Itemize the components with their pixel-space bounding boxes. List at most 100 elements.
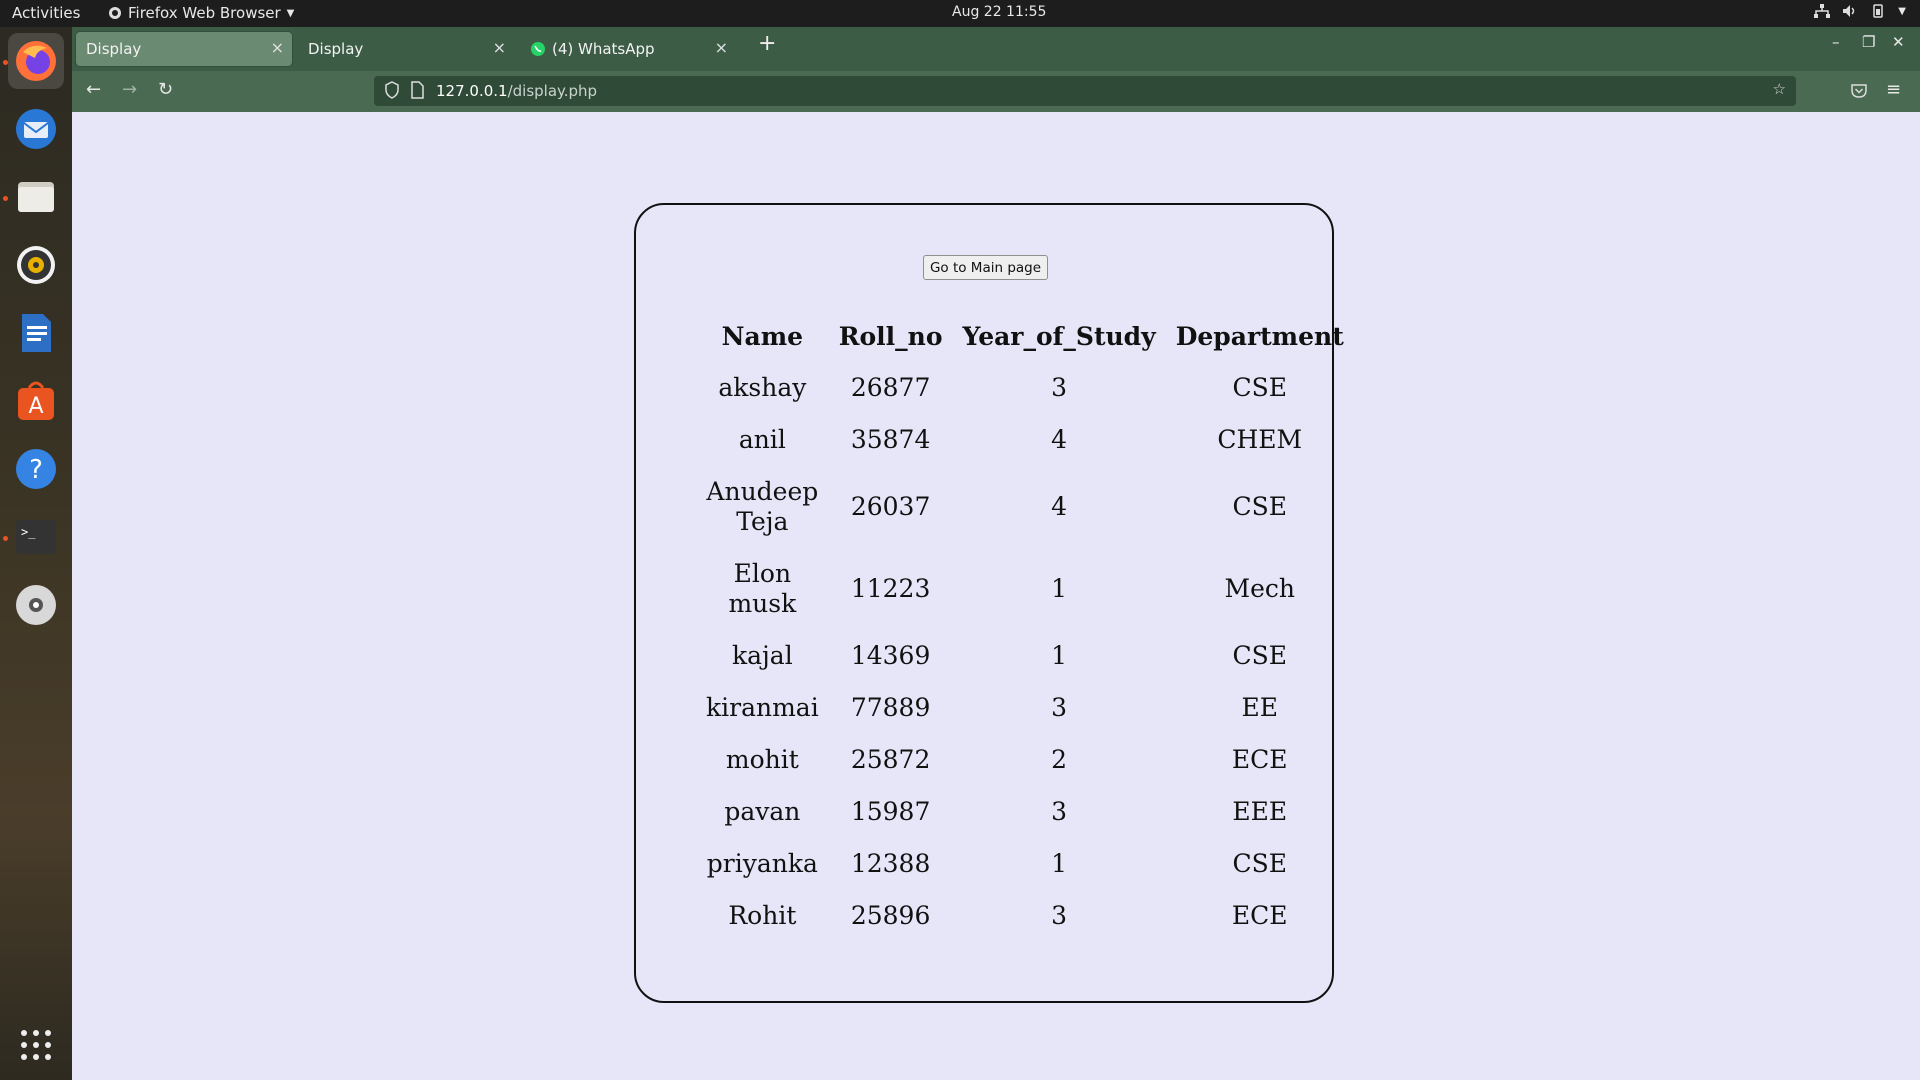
cell-department: CSE — [1232, 373, 1287, 402]
table-row: mohit 25872 2 ECE — [696, 734, 1354, 786]
cell-roll-no: 11223 — [850, 574, 931, 603]
dock-thunderbird[interactable] — [8, 101, 64, 157]
tab-display-1[interactable]: Display × — [76, 32, 292, 66]
table-row: priyanka 12388 1 CSE — [696, 838, 1354, 890]
header-name: Name — [721, 321, 804, 351]
running-indicator — [3, 60, 8, 65]
back-button[interactable]: ← — [86, 79, 101, 100]
table-row: Rohit 25896 3 ECE — [696, 890, 1354, 942]
cell-year: 3 — [1051, 693, 1068, 722]
show-applications-button[interactable] — [8, 1017, 64, 1073]
table-header-row: Name Roll_no Year_of_Study Department — [696, 310, 1354, 362]
header-roll-no: Roll_no — [838, 321, 943, 351]
table-row: kajal 14369 1 CSE — [696, 630, 1354, 682]
system-top-bar: Activities Firefox Web Browser ▼ Aug 22 … — [0, 0, 1920, 27]
clock[interactable]: Aug 22 11:55 — [952, 4, 1046, 20]
svg-text:>_: >_ — [21, 525, 36, 539]
dock-rhythmbox[interactable] — [8, 237, 64, 293]
table-row: Anudeep Teja 26037 4 CSE — [696, 466, 1354, 548]
disc-icon — [16, 585, 56, 625]
app-menu-label: Firefox Web Browser — [128, 4, 281, 22]
cell-name: kiranmai — [706, 693, 819, 722]
cell-roll-no: 12388 — [850, 849, 931, 878]
cell-name: kajal — [732, 641, 793, 670]
new-tab-button[interactable]: + — [758, 31, 776, 56]
running-indicator — [3, 536, 8, 541]
app-center-icon: A — [18, 381, 54, 420]
cell-roll-no: 26037 — [850, 492, 931, 521]
tab-display-2[interactable]: Display × — [298, 32, 514, 66]
help-icon: ? — [16, 449, 56, 489]
battery-icon — [1873, 4, 1884, 18]
cell-year: 4 — [1051, 425, 1068, 454]
url-host: 127.0.0.1 — [436, 82, 508, 100]
restore-button[interactable]: ❐ — [1862, 33, 1875, 51]
dock-files[interactable] — [8, 169, 64, 225]
running-indicator — [3, 196, 8, 201]
volume-icon — [1843, 5, 1855, 17]
cell-roll-no: 26877 — [850, 373, 931, 402]
url-text: 127.0.0.1/display.php — [436, 82, 597, 100]
svg-text:?: ? — [29, 455, 43, 485]
table-row: kiranmai 77889 3 EE — [696, 682, 1354, 734]
whatsapp-icon — [531, 42, 545, 56]
files-icon — [18, 182, 54, 212]
cell-department: CSE — [1232, 641, 1287, 670]
close-icon[interactable]: × — [715, 38, 728, 57]
dock-disc[interactable] — [8, 577, 64, 633]
svg-text:A: A — [28, 394, 43, 419]
go-to-main-page-button[interactable]: Go to Main page — [923, 255, 1048, 280]
cell-year: 1 — [1051, 574, 1068, 603]
bookmark-star-icon[interactable]: ☆ — [1773, 80, 1786, 98]
students-table: Name Roll_no Year_of_Study Department ak… — [696, 310, 1354, 942]
reload-button[interactable]: ↻ — [158, 79, 173, 100]
cell-year: 1 — [1051, 849, 1068, 878]
minimize-button[interactable]: – — [1832, 33, 1840, 51]
cell-roll-no: 25872 — [850, 745, 931, 774]
cell-roll-no: 14369 — [850, 641, 931, 670]
address-bar[interactable]: 127.0.0.1/display.php ☆ — [374, 76, 1796, 106]
tab-label: (4) WhatsApp — [552, 40, 655, 58]
table-row: anil 35874 4 CHEM — [696, 414, 1354, 466]
menu-hamburger-icon[interactable]: ≡ — [1886, 79, 1901, 100]
libreoffice-writer-icon — [22, 314, 51, 352]
firefox-icon — [16, 41, 56, 81]
forward-button[interactable]: → — [122, 79, 137, 100]
cell-name: pavan — [724, 797, 801, 826]
cell-department: CSE — [1232, 849, 1287, 878]
tab-whatsapp[interactable]: (4) WhatsApp × — [520, 32, 736, 66]
cell-name: Rohit — [728, 901, 797, 930]
tab-bar: Display × Display × (4) WhatsApp × — [72, 27, 1920, 71]
cell-name: priyanka — [706, 849, 818, 878]
dock: A ? >_ — [0, 27, 72, 1080]
dock-help[interactable]: ? — [8, 441, 64, 497]
page-icon — [411, 81, 424, 99]
cell-year: 3 — [1051, 901, 1068, 930]
dock-terminal[interactable]: >_ — [8, 509, 64, 565]
cell-department: CHEM — [1217, 425, 1303, 454]
cell-department: ECE — [1231, 901, 1288, 930]
cell-department: EE — [1241, 693, 1278, 722]
dock-libreoffice-writer[interactable] — [8, 305, 64, 361]
close-window-button[interactable]: ✕ — [1892, 33, 1905, 51]
header-year-of-study: Year_of_Study — [962, 321, 1156, 351]
cell-year: 3 — [1051, 373, 1068, 402]
system-tray[interactable]: ▼ — [1814, 4, 1906, 18]
pocket-icon[interactable] — [1850, 83, 1868, 99]
close-icon[interactable]: × — [493, 38, 506, 57]
tab-label: Display — [308, 40, 364, 58]
dock-app-center[interactable]: A — [8, 373, 64, 429]
cell-year: 2 — [1051, 745, 1068, 774]
cell-roll-no: 77889 — [850, 693, 931, 722]
app-menu[interactable]: Firefox Web Browser ▼ — [108, 4, 294, 22]
shield-icon — [385, 81, 399, 99]
cell-name: anil — [738, 425, 786, 454]
tab-label: Display — [86, 40, 142, 58]
header-department: Department — [1175, 321, 1344, 351]
cell-name: mohit — [725, 745, 799, 774]
close-icon[interactable]: × — [271, 38, 284, 57]
cell-year: 1 — [1051, 641, 1068, 670]
activities-button[interactable]: Activities — [12, 4, 80, 22]
dock-firefox[interactable] — [8, 33, 64, 89]
cell-year: 3 — [1051, 797, 1068, 826]
